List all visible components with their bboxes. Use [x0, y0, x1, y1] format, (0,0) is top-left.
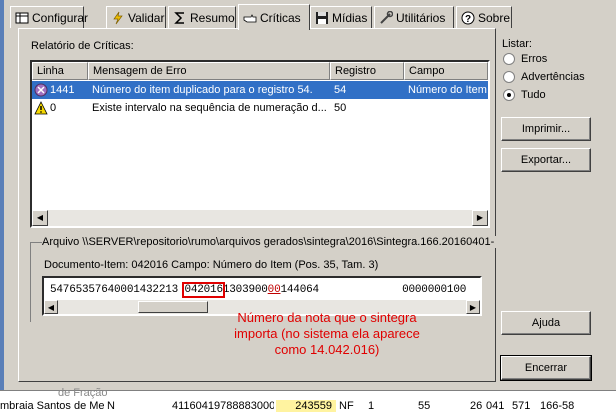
- scroll-left-icon[interactable]: ◀: [32, 210, 48, 226]
- exportar-button[interactable]: Exportar...: [501, 148, 591, 172]
- tab-sobre[interactable]: ? Sobre: [456, 6, 512, 28]
- tools-icon: [379, 10, 394, 25]
- radio-erros[interactable]: Erros: [503, 53, 547, 65]
- radio-advertencias[interactable]: Advertências: [503, 71, 585, 83]
- tab-strip: Configurar Validar Resumo Críticas Mídia…: [4, 4, 616, 30]
- list-horizontal-scrollbar[interactable]: ◀ ▶: [32, 210, 488, 226]
- tab-label: Críticas: [260, 10, 301, 25]
- tab-criticas[interactable]: Críticas: [238, 4, 310, 30]
- annotation-note: Número da nota que o sintegra importa (n…: [234, 310, 420, 357]
- error-icon: [34, 83, 48, 97]
- help-icon: ?: [461, 11, 475, 25]
- column-registro[interactable]: Registro: [330, 62, 404, 80]
- list-item[interactable]: 1441 Número do item duplicado para o reg…: [32, 81, 488, 99]
- row-campo: Número do Item: [408, 84, 487, 96]
- row-linha: 1441: [50, 84, 75, 96]
- row-linha: 0: [50, 102, 57, 114]
- column-linha[interactable]: Linha: [32, 62, 88, 80]
- highlighted-item-number: 00: [267, 284, 281, 296]
- sum-icon: [173, 11, 187, 25]
- row-mensagem: Número do item duplicado para o registro…: [92, 84, 313, 96]
- criticas-list[interactable]: Linha Mensagem de Erro Registro Campo 14…: [30, 60, 490, 228]
- scroll-right-icon[interactable]: ▶: [466, 300, 480, 314]
- warning-icon: [34, 101, 48, 115]
- row-registro: 50: [334, 102, 347, 114]
- tab-validar[interactable]: Validar: [106, 6, 166, 28]
- documento-item-info: Documento-Item: 042016 Campo: Número do …: [44, 259, 379, 271]
- table-row: mbraia Santos de Melo N 4116041978888300…: [0, 400, 575, 412]
- report-title: Relatório de Críticas:: [31, 40, 134, 52]
- sintegra-window: Configurar Validar Resumo Críticas Mídia…: [0, 0, 616, 413]
- table-row: de Fração: [58, 387, 108, 399]
- radio-tudo[interactable]: Tudo: [503, 89, 546, 101]
- row-mensagem: Existe intervalo na sequência de numeraç…: [92, 102, 327, 114]
- imprimir-button[interactable]: Imprimir...: [501, 117, 591, 141]
- svg-text:?: ?: [465, 14, 471, 25]
- scroll-right-icon[interactable]: ▶: [472, 210, 488, 226]
- tab-utilitarios[interactable]: Utilitários: [374, 6, 454, 28]
- radio-icon: [503, 53, 515, 65]
- list-item[interactable]: 0 Existe intervalo na sequência de numer…: [32, 99, 488, 117]
- table-icon: [15, 11, 29, 25]
- tab-resumo[interactable]: Resumo: [168, 6, 236, 28]
- column-campo[interactable]: Campo: [404, 62, 488, 80]
- background-table: de Fração mbraia Santos de Melo N 411604…: [0, 387, 616, 413]
- ajuda-button[interactable]: Ajuda: [501, 311, 591, 335]
- lightning-icon: [111, 11, 125, 25]
- raw-record-line: 54765357640001432213 0420161303900001440…: [50, 282, 467, 298]
- pointing-hand-icon: [243, 11, 257, 25]
- tab-configurar[interactable]: Configurar: [10, 6, 88, 28]
- column-mensagem[interactable]: Mensagem de Erro: [88, 62, 330, 80]
- tab-label: Utilitários: [396, 10, 446, 25]
- tab-label: Validar: [128, 10, 165, 25]
- arquivo-path: Arquivo \\SERVER\repositorio\rumo\arquiv…: [42, 236, 504, 248]
- tab-label: Sobre: [478, 10, 511, 25]
- row-registro: 54: [334, 84, 347, 96]
- tab-label: Configurar: [32, 10, 89, 25]
- radio-icon: [503, 89, 515, 101]
- disk-icon: [315, 11, 329, 25]
- listar-label: Listar:: [502, 38, 532, 50]
- highlighted-document-number: 042016: [182, 282, 225, 298]
- tab-midias[interactable]: Mídias: [310, 6, 372, 28]
- scroll-thumb[interactable]: [138, 301, 208, 313]
- window-edge: [0, 0, 4, 390]
- scroll-track[interactable]: [48, 210, 472, 226]
- encerrar-button[interactable]: Encerrar: [500, 355, 592, 381]
- list-header: Linha Mensagem de Erro Registro Campo: [32, 62, 488, 80]
- tab-label: Mídias: [332, 10, 368, 25]
- radio-icon: [503, 71, 515, 83]
- tab-label: Resumo: [190, 10, 235, 25]
- scroll-left-icon[interactable]: ◀: [44, 300, 58, 314]
